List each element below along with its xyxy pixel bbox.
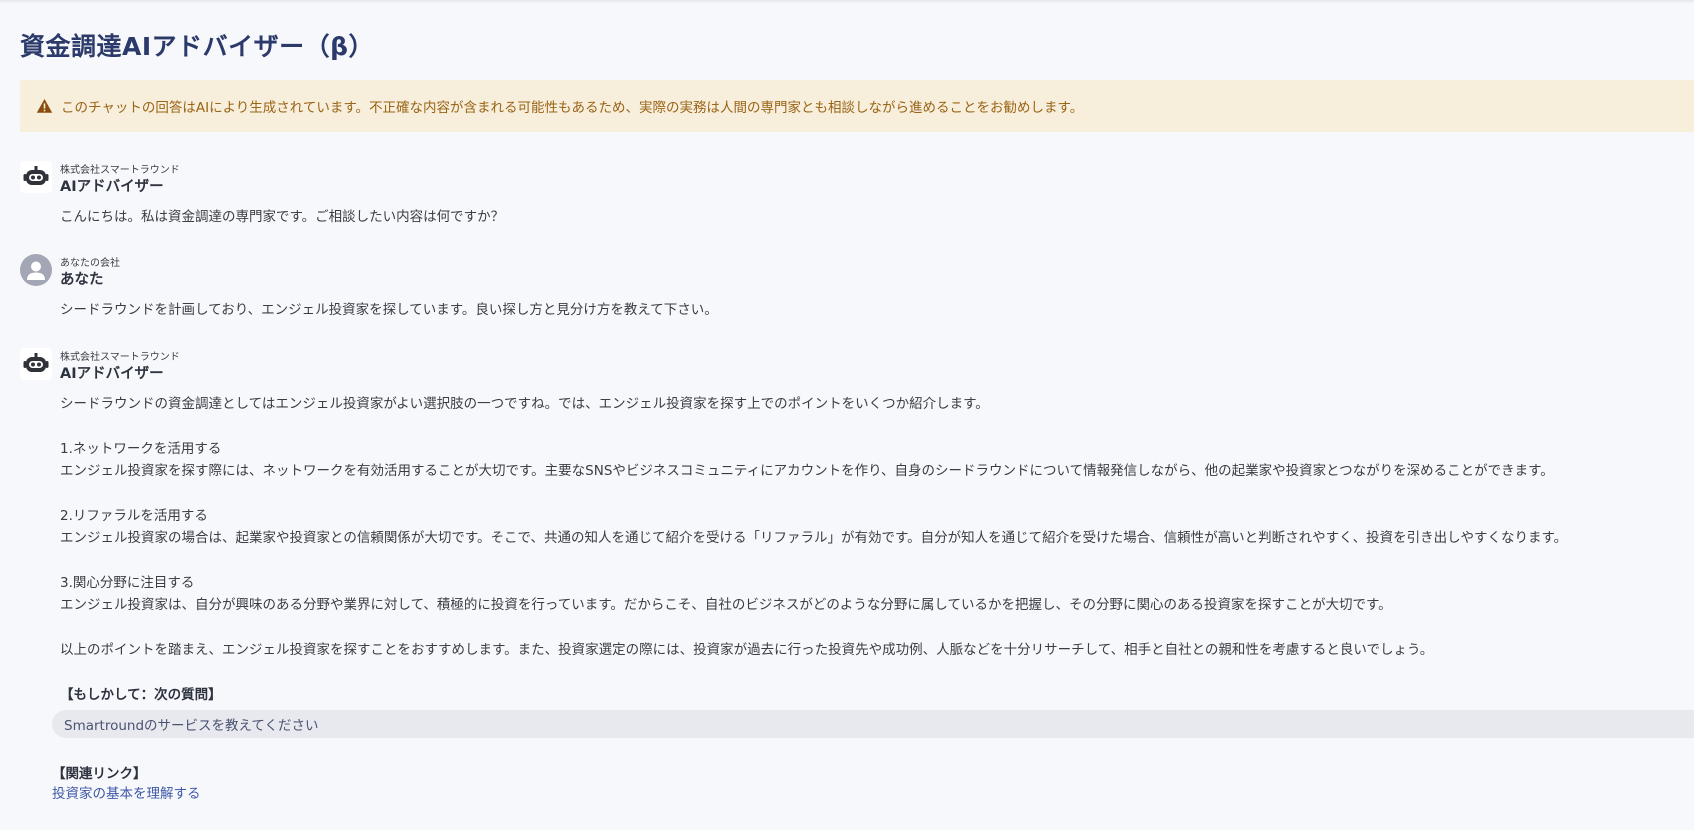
sender-name: あなた: [60, 272, 104, 288]
point-heading: 2.リファラルを活用する: [60, 508, 208, 524]
sender-name: AIアドバイザー: [60, 179, 164, 195]
warning-icon: [36, 98, 53, 114]
related-links-label: 【関連リンク】: [52, 766, 147, 782]
point-heading: 1.ネットワークを活用する: [60, 441, 222, 457]
message-text: シードラウンドを計画しており、エンジェル投資家を探しています。良い探し方と見分け…: [60, 302, 718, 318]
point-text: エンジェル投資家を探す際には、ネットワークを有効活用することが大切です。主要なS…: [60, 463, 1554, 479]
related-link[interactable]: 投資家の基本を理解する: [52, 782, 201, 802]
point-text: エンジェル投資家の場合は、起業家や投資家との信頼関係が大切です。そこで、共通の知…: [60, 530, 1568, 546]
message-text: こんにちは。私は資金調達の専門家です。ご相談したい内容は何ですか？: [60, 209, 505, 225]
message-text: シードラウンドの資金調達としてはエンジェル投資家がよい選択肢の一つですね。では、…: [60, 396, 989, 412]
robot-icon: [20, 161, 52, 193]
top-edge-shadow: [0, 0, 1694, 4]
suggested-question-button[interactable]: Smartroundのサービスを教えてください: [52, 710, 1694, 738]
point-heading: 3.関心分野に注目する: [60, 575, 195, 591]
message-summary: 以上のポイントを踏まえ、エンジェル投資家を探すことをおすすめします。また、投資家…: [60, 642, 1434, 658]
sender-company: 株式会社スマートラウンド: [60, 352, 180, 363]
robot-icon: [20, 348, 52, 380]
disclaimer-text: このチャットの回答はAIにより生成されています。不正確な内容が含まれる可能性もあ…: [61, 100, 1084, 116]
ai-disclaimer-banner: このチャットの回答はAIにより生成されています。不正確な内容が含まれる可能性もあ…: [20, 80, 1694, 132]
suggested-questions-label: 【もしかして：次の質問】: [60, 687, 222, 703]
sender-company: 株式会社スマートラウンド: [60, 165, 180, 176]
point-text: エンジェル投資家は、自分が興味のある分野や業界に対して、積極的に投資を行っていま…: [60, 597, 1392, 613]
sender-company: あなたの会社: [60, 258, 120, 269]
user-icon: [20, 254, 52, 286]
sender-name: AIアドバイザー: [60, 366, 164, 382]
page-title: 資金調達AIアドバイザー（β）: [20, 32, 375, 61]
